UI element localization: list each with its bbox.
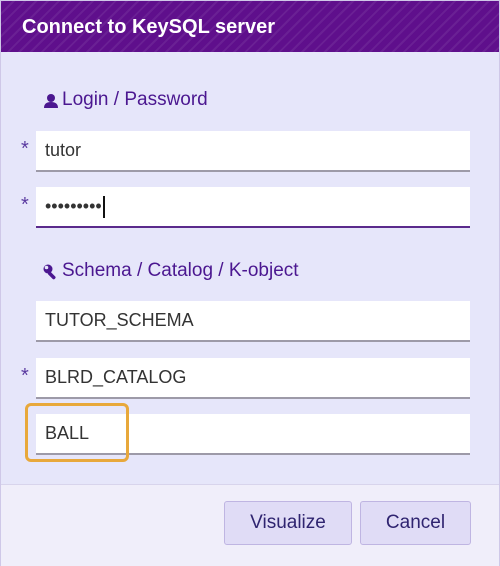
user-icon — [41, 90, 61, 110]
login-section-heading: Login / Password — [41, 89, 208, 111]
dialog-title: Connect to KeySQL server — [1, 1, 499, 52]
login-required-mark: * — [21, 138, 29, 160]
kobject-field[interactable] — [36, 414, 470, 455]
wrench-icon — [41, 261, 61, 281]
visualize-button[interactable]: Visualize — [224, 501, 352, 545]
schema-field[interactable] — [36, 301, 470, 342]
schema-section-label: Schema / Catalog / K-object — [62, 260, 299, 281]
connect-dialog: Connect to KeySQL server Login / Passwor… — [0, 0, 500, 566]
password-field[interactable] — [36, 187, 470, 228]
catalog-field[interactable] — [36, 358, 470, 399]
cancel-button[interactable]: Cancel — [360, 501, 471, 545]
text-caret — [103, 196, 105, 218]
schema-section-heading: Schema / Catalog / K-object — [41, 260, 299, 282]
login-field[interactable] — [36, 131, 470, 172]
catalog-required-mark: * — [21, 365, 29, 387]
password-required-mark: * — [21, 194, 29, 216]
login-section-label: Login / Password — [62, 89, 208, 110]
